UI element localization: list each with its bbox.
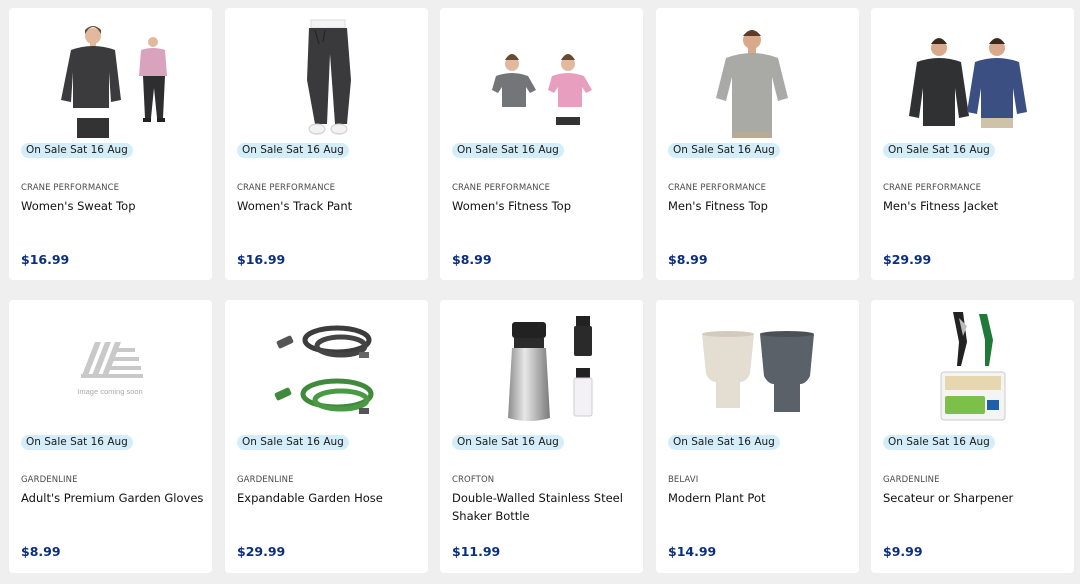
product-name[interactable]: Modern Plant Pot — [668, 489, 853, 507]
product-image — [440, 308, 643, 430]
product-price: $16.99 — [237, 252, 286, 267]
product-brand: CRANE PERFORMANCE — [452, 183, 551, 193]
product-card[interactable]: On Sale Sat 16 Aug CRANE PERFORMANCE Wom… — [225, 8, 428, 280]
product-brand: CRANE PERFORMANCE — [668, 183, 767, 193]
product-image — [871, 16, 1074, 138]
product-image — [871, 308, 1074, 430]
product-price: $14.99 — [668, 544, 717, 559]
product-card[interactable]: On Sale Sat 16 Aug CRANE PERFORMANCE Men… — [656, 8, 859, 280]
product-brand: CRANE PERFORMANCE — [237, 183, 336, 193]
product-brand: CROFTON — [452, 475, 495, 485]
product-price: $29.99 — [237, 544, 286, 559]
product-image — [656, 16, 859, 138]
sale-badge: On Sale Sat 16 Aug — [883, 143, 995, 158]
product-name[interactable]: Women's Fitness Top — [452, 197, 637, 215]
product-name[interactable]: Double-Walled Stainless Steel Shaker Bot… — [452, 489, 637, 525]
sale-badge: On Sale Sat 16 Aug — [237, 435, 349, 450]
product-image — [225, 16, 428, 138]
product-price: $16.99 — [21, 252, 70, 267]
product-card[interactable]: Image coming soon On Sale Sat 16 Aug GAR… — [9, 300, 212, 573]
product-card[interactable]: On Sale Sat 16 Aug CRANE PERFORMANCE Wom… — [440, 8, 643, 280]
product-brand: GARDENLINE — [883, 475, 940, 485]
product-price: $29.99 — [883, 252, 932, 267]
product-name[interactable]: Secateur or Sharpener — [883, 489, 1068, 507]
product-price: $8.99 — [21, 544, 61, 559]
sale-badge: On Sale Sat 16 Aug — [668, 435, 780, 450]
sale-badge: On Sale Sat 16 Aug — [21, 143, 133, 158]
sale-badge: On Sale Sat 16 Aug — [237, 143, 349, 158]
product-price: $8.99 — [668, 252, 708, 267]
product-name[interactable]: Women's Sweat Top — [21, 197, 206, 215]
product-card[interactable]: On Sale Sat 16 Aug CRANE PERFORMANCE Men… — [871, 8, 1074, 280]
product-price: $11.99 — [452, 544, 501, 559]
placeholder-logo-icon — [81, 342, 143, 378]
product-name[interactable]: Men's Fitness Jacket — [883, 197, 1068, 215]
sale-badge: On Sale Sat 16 Aug — [883, 435, 995, 450]
product-brand: GARDENLINE — [21, 475, 78, 485]
sale-badge: On Sale Sat 16 Aug — [668, 143, 780, 158]
product-name[interactable]: Women's Track Pant — [237, 197, 422, 215]
product-name[interactable]: Men's Fitness Top — [668, 197, 853, 215]
product-image — [9, 16, 212, 138]
product-brand: GARDENLINE — [237, 475, 294, 485]
product-card[interactable]: On Sale Sat 16 Aug CRANE PERFORMANCE Wom… — [9, 8, 212, 280]
sale-badge: On Sale Sat 16 Aug — [452, 435, 564, 450]
sale-badge: On Sale Sat 16 Aug — [452, 143, 564, 158]
product-card[interactable]: On Sale Sat 16 Aug CROFTON Double-Walled… — [440, 300, 643, 573]
product-name[interactable]: Adult's Premium Garden Gloves — [21, 489, 206, 507]
product-card[interactable]: On Sale Sat 16 Aug GARDENLINE Expandable… — [225, 300, 428, 573]
product-price: $8.99 — [452, 252, 492, 267]
image-coming-soon-label: Image coming soon — [77, 387, 142, 396]
product-card[interactable]: On Sale Sat 16 Aug BELAVI Modern Plant P… — [656, 300, 859, 573]
product-image — [656, 308, 859, 430]
product-brand: CRANE PERFORMANCE — [21, 183, 120, 193]
product-image-placeholder: Image coming soon — [9, 308, 212, 430]
product-name[interactable]: Expandable Garden Hose — [237, 489, 422, 507]
sale-badge: On Sale Sat 16 Aug — [21, 435, 133, 450]
product-price: $9.99 — [883, 544, 923, 559]
product-image — [440, 16, 643, 138]
product-card[interactable]: On Sale Sat 16 Aug GARDENLINE Secateur o… — [871, 300, 1074, 573]
product-brand: BELAVI — [668, 475, 699, 485]
product-brand: CRANE PERFORMANCE — [883, 183, 982, 193]
product-image — [225, 308, 428, 430]
